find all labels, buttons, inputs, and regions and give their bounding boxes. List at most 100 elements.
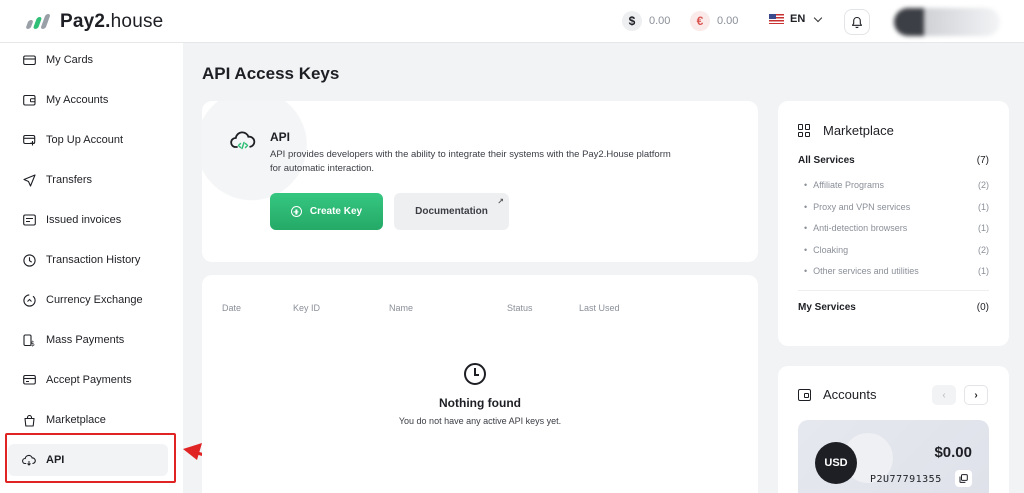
marketplace-all-services[interactable]: All Services (7) [798, 155, 989, 166]
marketplace-category[interactable]: Cloaking (2) [798, 245, 989, 255]
send-icon [22, 173, 36, 187]
sidebar-item-label: Top Up Account [46, 134, 124, 146]
sidebar-item-my-cards[interactable]: My Cards [8, 44, 168, 76]
category-label: Affiliate Programs [804, 180, 884, 190]
marketplace-category[interactable]: Proxy and VPN services (1) [798, 202, 989, 212]
sidebar-item-my-accounts[interactable]: My Accounts [8, 84, 168, 116]
all-services-count: (7) [976, 155, 989, 166]
sidebar-item-transfers[interactable]: Transfers [8, 164, 168, 196]
wallet-icon [798, 388, 811, 401]
sidebar-item-label: Transfers [46, 174, 93, 186]
exchange-icon [22, 293, 36, 307]
sidebar-item-issued-invoices[interactable]: Issued invoices [8, 204, 168, 236]
page-title: API Access Keys [202, 64, 340, 83]
all-services-label: All Services [798, 155, 855, 166]
column-header-key-id[interactable]: Key ID [293, 303, 320, 313]
create-key-label: Create Key [309, 206, 363, 217]
sidebar-item-label: Transaction History [46, 254, 141, 266]
usd-balance[interactable]: $ 0.00 [622, 11, 670, 31]
api-info-card: API API provides developers with the abi… [202, 101, 758, 262]
sidebar-item-label: Currency Exchange [46, 294, 143, 306]
sidebar-item-mass-payments[interactable]: $ Mass Payments [8, 324, 168, 356]
column-header-last-used[interactable]: Last Used [579, 303, 620, 313]
marketplace-category[interactable]: Anti-detection browsers (1) [798, 223, 989, 233]
sidebar-item-marketplace[interactable]: Marketplace [8, 404, 168, 436]
chevron-down-icon [814, 13, 823, 22]
marketplace-category[interactable]: Affiliate Programs (2) [798, 180, 989, 190]
account-tile[interactable]: USD $0.00 P2U77791355 [798, 420, 989, 493]
sidebar-item-accept-payments[interactable]: Accept Payments [8, 364, 168, 396]
documentation-label: Documentation [415, 206, 488, 217]
column-header-date[interactable]: Date [222, 303, 241, 313]
category-count: (1) [978, 223, 989, 233]
column-header-status[interactable]: Status [507, 303, 533, 313]
accept-payments-icon [22, 373, 36, 387]
empty-state-title: Nothing found [439, 396, 521, 410]
bell-icon [851, 16, 863, 28]
sidebar-item-label: My Accounts [46, 94, 109, 106]
my-services-label: My Services [798, 302, 856, 313]
logo-icon [25, 13, 52, 31]
cloud-code-icon [230, 131, 256, 150]
divider [798, 290, 989, 291]
marketplace-my-services[interactable]: My Services (0) [798, 302, 989, 313]
user-profile-menu[interactable] [894, 8, 1000, 36]
my-services-count: (0) [976, 302, 989, 313]
sidebar-item-transaction-history[interactable]: Transaction History [8, 244, 168, 276]
svg-text:$: $ [30, 340, 34, 347]
grid-icon [798, 124, 811, 137]
category-label: Other services and utilities [804, 266, 919, 276]
sidebar-item-label: Accept Payments [46, 374, 132, 386]
marketplace-card: Marketplace All Services (7) Affiliate P… [778, 101, 1009, 346]
sidebar-item-currency-exchange[interactable]: Currency Exchange [8, 284, 168, 316]
accounts-header: Accounts [798, 387, 876, 402]
dollar-icon: $ [622, 11, 642, 31]
notifications-button[interactable] [844, 9, 870, 35]
wallet-icon [22, 93, 36, 107]
accounts-title: Accounts [823, 387, 877, 402]
category-count: (1) [978, 266, 989, 276]
clock-icon [464, 363, 486, 385]
copy-icon [959, 474, 968, 483]
top-bar: Pay2.house $ 0.00 € 0.00 EN [0, 0, 1024, 43]
language-label: EN [790, 13, 806, 25]
brand-logo[interactable]: Pay2.house [25, 11, 164, 33]
category-label: Anti-detection browsers [804, 223, 907, 233]
euro-icon: € [690, 11, 710, 31]
category-label: Proxy and VPN services [804, 202, 910, 212]
language-selector[interactable]: EN [769, 13, 823, 25]
currency-badge: USD [815, 442, 857, 484]
copy-button[interactable] [955, 470, 972, 487]
category-label: Cloaking [804, 245, 848, 255]
bag-icon [22, 413, 36, 427]
account-number: P2U77791355 [870, 474, 942, 485]
category-count: (1) [978, 202, 989, 212]
account-balance: $0.00 [934, 444, 972, 461]
sidebar-item-label: Issued invoices [46, 214, 122, 226]
column-header-name[interactable]: Name [389, 303, 413, 313]
card-add-icon [22, 133, 36, 147]
clock-icon [22, 253, 36, 267]
create-key-button[interactable]: Create Key [270, 193, 383, 230]
empty-state-message: You do not have any active API keys yet. [398, 416, 562, 426]
invoice-icon [22, 213, 36, 227]
accounts-prev-button[interactable]: ‹ [932, 385, 956, 405]
category-count: (2) [978, 180, 989, 190]
usd-balance-amount: 0.00 [649, 15, 671, 27]
brand-name: Pay2.house [60, 11, 164, 32]
plus-circle-icon [290, 206, 302, 217]
sidebar-item-top-up-account[interactable]: Top Up Account [8, 124, 168, 156]
eur-balance[interactable]: € 0.00 [690, 11, 738, 31]
mass-payments-icon: $ [22, 333, 36, 347]
documentation-button[interactable]: Documentation ↗ [394, 193, 509, 230]
card-icon [22, 53, 36, 67]
marketplace-title: Marketplace [823, 123, 894, 138]
sidebar: My Cards My Accounts Top Up Account Tran… [0, 43, 183, 493]
category-count: (2) [978, 245, 989, 255]
marketplace-category[interactable]: Other services and utilities (1) [798, 266, 989, 276]
accounts-next-button[interactable]: › [964, 385, 988, 405]
api-highlight-box [5, 433, 176, 483]
api-keys-table: Date Key ID Name Status Last Used Nothin… [202, 275, 758, 493]
api-card-description: API provides developers with the ability… [270, 149, 671, 174]
api-card-title: API [270, 130, 291, 144]
